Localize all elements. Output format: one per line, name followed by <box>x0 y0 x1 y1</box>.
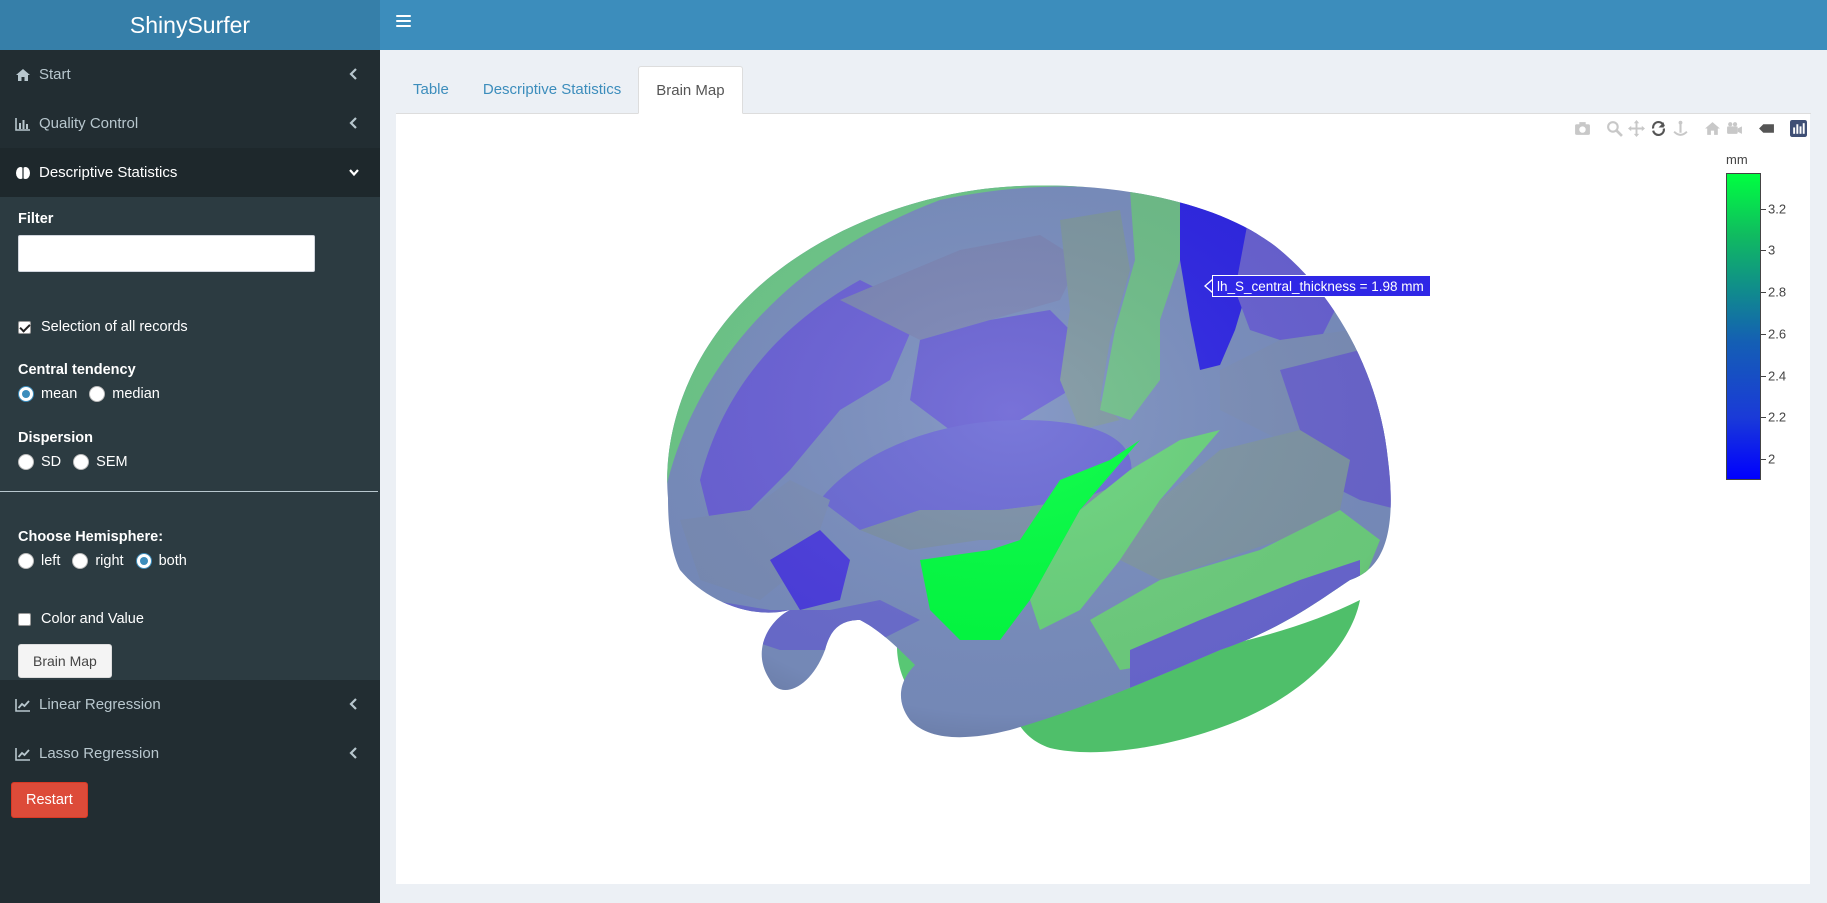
radio-left[interactable]: left <box>18 553 60 569</box>
brain-icon <box>15 165 31 181</box>
colorbar-tick-label: 3 <box>1768 242 1776 258</box>
radio-sd-label: SD <box>41 454 62 470</box>
tab-brain-map[interactable]: Brain Map <box>638 66 743 114</box>
radio-median-button[interactable] <box>89 386 106 402</box>
brain-map-button[interactable]: Brain Map <box>18 644 112 678</box>
radio-sem-button[interactable] <box>73 454 90 470</box>
hover-tag-icon[interactable] <box>1755 117 1777 139</box>
tab-descriptive-statistics[interactable]: Descriptive Statistics <box>466 66 638 113</box>
hover-label: lh_S_central_thickness = 1.98 mm <box>1212 275 1431 297</box>
colorbar-tick-label: 2 <box>1768 451 1776 467</box>
tab-table[interactable]: Table <box>396 66 466 113</box>
central-tendency-group: Central tendency mean median <box>0 362 380 402</box>
sidebar-item-label: Start <box>39 66 71 83</box>
chevron-down-icon <box>348 165 360 179</box>
radio-both-label: both <box>158 553 187 569</box>
tab-bar: Table Descriptive Statistics Brain Map <box>396 66 1811 114</box>
color-value-row[interactable]: Color and Value <box>0 611 380 627</box>
sidebar-item-label: Quality Control <box>39 115 139 132</box>
colorbar-title: mm <box>1726 152 1748 167</box>
top-navbar <box>380 0 1827 50</box>
sidebar-item-start[interactable]: Start <box>0 50 380 99</box>
app-title: ShinySurfer <box>129 11 251 38</box>
colorbar-tick-label: 2.2 <box>1768 409 1787 425</box>
pan-icon[interactable] <box>1625 117 1647 139</box>
select-all-checkbox[interactable] <box>18 320 31 334</box>
orbit-rotation-icon[interactable] <box>1647 117 1669 139</box>
colorbar-tick <box>1761 459 1766 461</box>
radio-mean-label: mean <box>41 386 78 402</box>
colorbar-tick <box>1761 417 1766 419</box>
chevron-left-icon <box>348 116 360 130</box>
sidebar-toggle-icon[interactable] <box>396 15 411 29</box>
chevron-left-icon <box>348 746 360 760</box>
colorbar-tick-label: 2.6 <box>1768 326 1787 342</box>
colorbar-tick <box>1761 208 1766 210</box>
chevron-left-icon <box>348 67 360 81</box>
camera-view-icon[interactable] <box>1723 117 1745 139</box>
radio-sem-label: SEM <box>96 454 128 470</box>
line-chart-icon <box>15 697 31 713</box>
plot-modebar <box>1571 117 1809 139</box>
color-value-label: Color and Value <box>41 611 144 627</box>
radio-left-label: left <box>41 553 61 569</box>
colorbar-tick <box>1761 375 1766 377</box>
dispersion-label: Dispersion <box>18 430 93 446</box>
radio-both[interactable]: both <box>135 553 187 569</box>
turntable-rotation-icon[interactable] <box>1669 117 1691 139</box>
colorbar-tick-label: 2.4 <box>1768 368 1787 384</box>
camera-icon[interactable] <box>1571 117 1593 139</box>
radio-sd-button[interactable] <box>18 454 34 470</box>
home-icon[interactable] <box>1701 117 1723 139</box>
sidebar-item-linear-regression[interactable]: Linear Regression <box>0 680 380 729</box>
radio-left-button[interactable] <box>18 553 34 569</box>
select-all-label: Selection of all records <box>41 319 188 335</box>
descriptive-statistics-panel: Filter Selection of all records Central … <box>0 197 380 680</box>
radio-sd[interactable]: SD <box>18 454 61 470</box>
sidebar-item-quality-control[interactable]: Quality Control <box>0 99 380 148</box>
sidebar: Start Quality Control Descriptive Statis… <box>0 50 380 903</box>
sidebar-item-label: Descriptive Statistics <box>39 164 178 181</box>
colorbar-tick <box>1761 292 1766 294</box>
filter-label: Filter <box>18 211 54 227</box>
dispersion-group: Dispersion SD SEM <box>0 430 380 470</box>
home-icon <box>15 67 31 83</box>
sidebar-divider <box>0 491 378 492</box>
select-all-row[interactable]: Selection of all records <box>0 319 380 335</box>
colorbar-tick-label: 2.8 <box>1768 284 1787 300</box>
radio-median[interactable]: median <box>89 386 160 402</box>
bar-chart-icon <box>15 116 31 132</box>
colorbar <box>1726 173 1761 480</box>
plotly-logo-icon[interactable] <box>1787 117 1809 139</box>
sidebar-item-label: Lasso Regression <box>39 745 160 762</box>
sidebar-item-lasso-regression[interactable]: Lasso Regression <box>0 729 380 778</box>
zoom-icon[interactable] <box>1603 117 1625 139</box>
radio-mean-button[interactable] <box>18 386 34 402</box>
color-value-checkbox[interactable] <box>18 612 31 626</box>
chevron-left-icon <box>348 697 360 711</box>
app-logo[interactable]: ShinySurfer <box>0 0 380 50</box>
sidebar-item-label: Linear Regression <box>39 696 161 713</box>
radio-both-button[interactable] <box>135 553 152 569</box>
radio-right-button[interactable] <box>72 553 89 569</box>
colorbar-tick-label: 3.2 <box>1768 201 1787 216</box>
sidebar-item-descriptive-statistics[interactable]: Descriptive Statistics <box>0 148 380 197</box>
colorbar-tick <box>1761 250 1766 252</box>
radio-right[interactable]: right <box>72 553 124 569</box>
brain-surface-plot[interactable] <box>660 180 1440 760</box>
radio-mean[interactable]: mean <box>18 386 77 402</box>
central-tendency-label: Central tendency <box>18 362 136 378</box>
filter-input[interactable] <box>18 235 315 272</box>
hemisphere-group: Choose Hemisphere: left right both <box>0 529 380 569</box>
colorbar-tick <box>1761 333 1766 335</box>
hemisphere-label: Choose Hemisphere: <box>18 529 164 545</box>
radio-median-label: median <box>112 386 160 402</box>
radio-right-label: right <box>95 553 124 569</box>
restart-button[interactable]: Restart <box>11 782 88 818</box>
line-chart-icon <box>15 746 31 762</box>
radio-sem[interactable]: SEM <box>73 454 128 470</box>
